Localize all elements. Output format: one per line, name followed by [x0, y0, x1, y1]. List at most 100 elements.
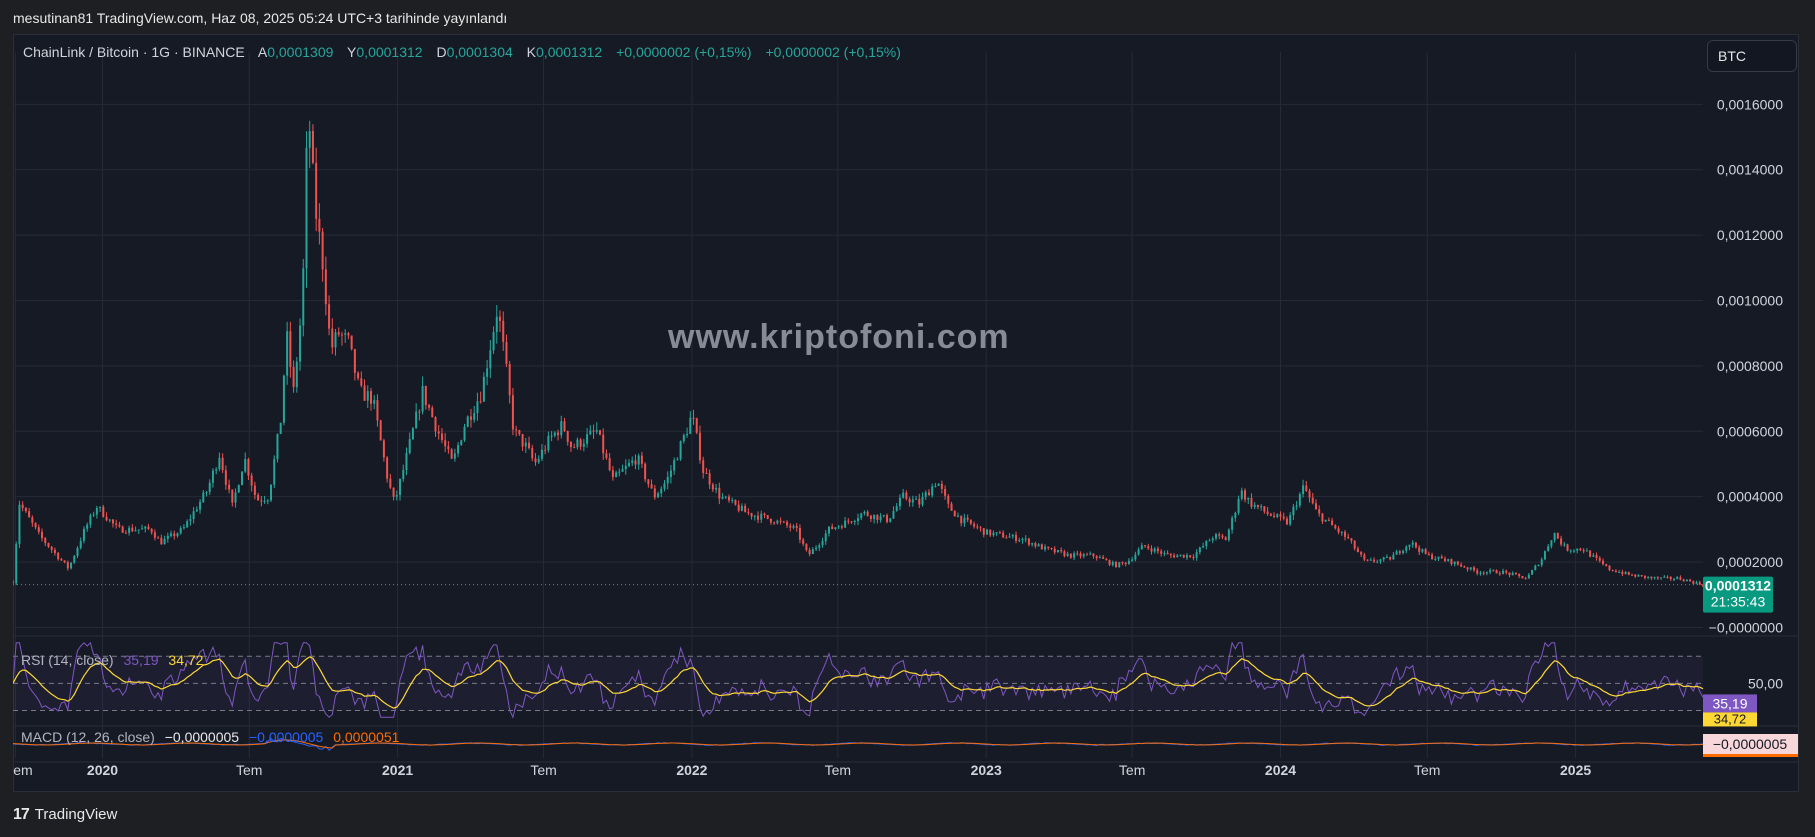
- candle-body: [353, 349, 356, 373]
- candle-body: [779, 520, 782, 522]
- candle-body: [382, 440, 385, 458]
- candle-body: [802, 539, 805, 544]
- candle-body: [1231, 517, 1234, 530]
- close-key: K: [526, 44, 537, 60]
- candle-body: [1585, 550, 1588, 552]
- candle-body: [489, 350, 492, 369]
- candle-body: [1502, 570, 1505, 574]
- candle-body: [705, 472, 708, 474]
- candle-body: [428, 405, 431, 408]
- candle-body: [808, 549, 811, 555]
- candle-body: [505, 341, 508, 365]
- candle-body: [1389, 556, 1392, 560]
- candle-body: [1179, 554, 1182, 556]
- candle-body: [244, 459, 247, 472]
- candle-body: [182, 527, 185, 529]
- candle-body: [560, 421, 563, 436]
- chart-svg[interactable]: 0,0016000 0,0014000 0,0012000 0,0010000 0,00…: [13, 34, 1799, 792]
- candle-body: [940, 483, 943, 489]
- candle-body: [902, 492, 905, 498]
- candle-body: [579, 439, 582, 447]
- candle-body: [124, 532, 127, 534]
- candle-body: [1366, 559, 1369, 561]
- candle-body: [1356, 548, 1359, 553]
- publish-info: mesutinan81 TradingView.com, Haz 08, 202…: [13, 10, 508, 26]
- candle-body: [1692, 581, 1695, 584]
- candle-body: [586, 434, 589, 444]
- candle-body: [195, 509, 198, 512]
- candle-body: [915, 498, 918, 500]
- candle-body: [821, 541, 824, 546]
- candle-body: [121, 526, 124, 533]
- candle-body: [1276, 514, 1279, 517]
- candle-body: [73, 555, 76, 563]
- candle-body: [953, 510, 956, 517]
- time-tick-label: em: [13, 762, 32, 778]
- candle-body: [860, 513, 863, 519]
- candle-body: [170, 533, 173, 536]
- symbol-title[interactable]: ChainLink / Bitcoin · 1G · BINANCE: [23, 44, 245, 60]
- candle-body: [547, 436, 550, 451]
- candle-body: [1666, 576, 1669, 578]
- candle-body: [1156, 548, 1159, 552]
- candle-body: [18, 504, 21, 545]
- candle-body: [1376, 561, 1379, 563]
- candle-body: [766, 515, 769, 519]
- candle-body: [840, 526, 843, 528]
- candle-body: [544, 449, 547, 451]
- candle-body: [402, 470, 405, 479]
- candle-body: [1040, 544, 1043, 550]
- rsi-legend[interactable]: RSI (14, close) 35,19 34,72: [21, 652, 203, 668]
- candle-body: [1218, 534, 1221, 536]
- candle-body: [992, 532, 995, 536]
- candle-body: [50, 546, 53, 550]
- candle-body: [208, 482, 211, 492]
- candle-body: [92, 514, 95, 516]
- watermark: www.kriptofoni.com: [668, 318, 1010, 356]
- price-tick-label: 0,0004000: [1717, 489, 1783, 505]
- candle-body: [1279, 514, 1282, 517]
- candle-body: [395, 495, 398, 497]
- candle-body: [995, 532, 998, 534]
- candle-body: [892, 511, 895, 519]
- candle-body: [1250, 497, 1253, 507]
- candle-body: [1018, 540, 1021, 542]
- currency-button[interactable]: BTC: [1707, 40, 1797, 72]
- candle-body: [1314, 503, 1317, 510]
- candle-body: [740, 505, 743, 511]
- candle-body: [315, 162, 318, 219]
- candle-body: [969, 519, 972, 524]
- candle-body: [108, 519, 111, 521]
- candle-body: [508, 364, 511, 396]
- candle-body: [34, 522, 37, 528]
- candle-body: [1044, 546, 1047, 550]
- candle-body: [1466, 567, 1469, 570]
- candle-body: [276, 434, 279, 460]
- tradingview-logo[interactable]: 17 TradingView: [13, 806, 117, 824]
- candle-body: [350, 335, 353, 350]
- candle-body: [189, 519, 192, 522]
- candle-body: [1185, 555, 1188, 558]
- candle-body: [434, 417, 437, 432]
- candle-body: [676, 459, 679, 461]
- last-price-value: 0,0001312: [1705, 578, 1771, 594]
- candle-body: [357, 372, 360, 379]
- candle-body: [1521, 575, 1524, 579]
- candle-body: [524, 442, 527, 447]
- time-tick-label: 2023: [971, 762, 1002, 778]
- candle-body: [215, 469, 218, 471]
- candle-body: [918, 498, 921, 505]
- macd-legend[interactable]: MACD (12, 26, close) −0,0000005 −0,00000…: [21, 729, 399, 745]
- candle-body: [457, 445, 460, 454]
- candle-body: [266, 500, 269, 502]
- rsi-value: 35,19: [123, 652, 159, 668]
- candle-body: [1073, 553, 1076, 558]
- candle-body: [328, 304, 331, 329]
- candle-body: [1679, 577, 1682, 580]
- candle-body: [1456, 561, 1459, 565]
- candle-body: [399, 478, 402, 496]
- candle-body: [1695, 582, 1698, 584]
- candle-body: [815, 547, 818, 550]
- candle-body: [499, 316, 502, 321]
- candle-body: [879, 516, 882, 521]
